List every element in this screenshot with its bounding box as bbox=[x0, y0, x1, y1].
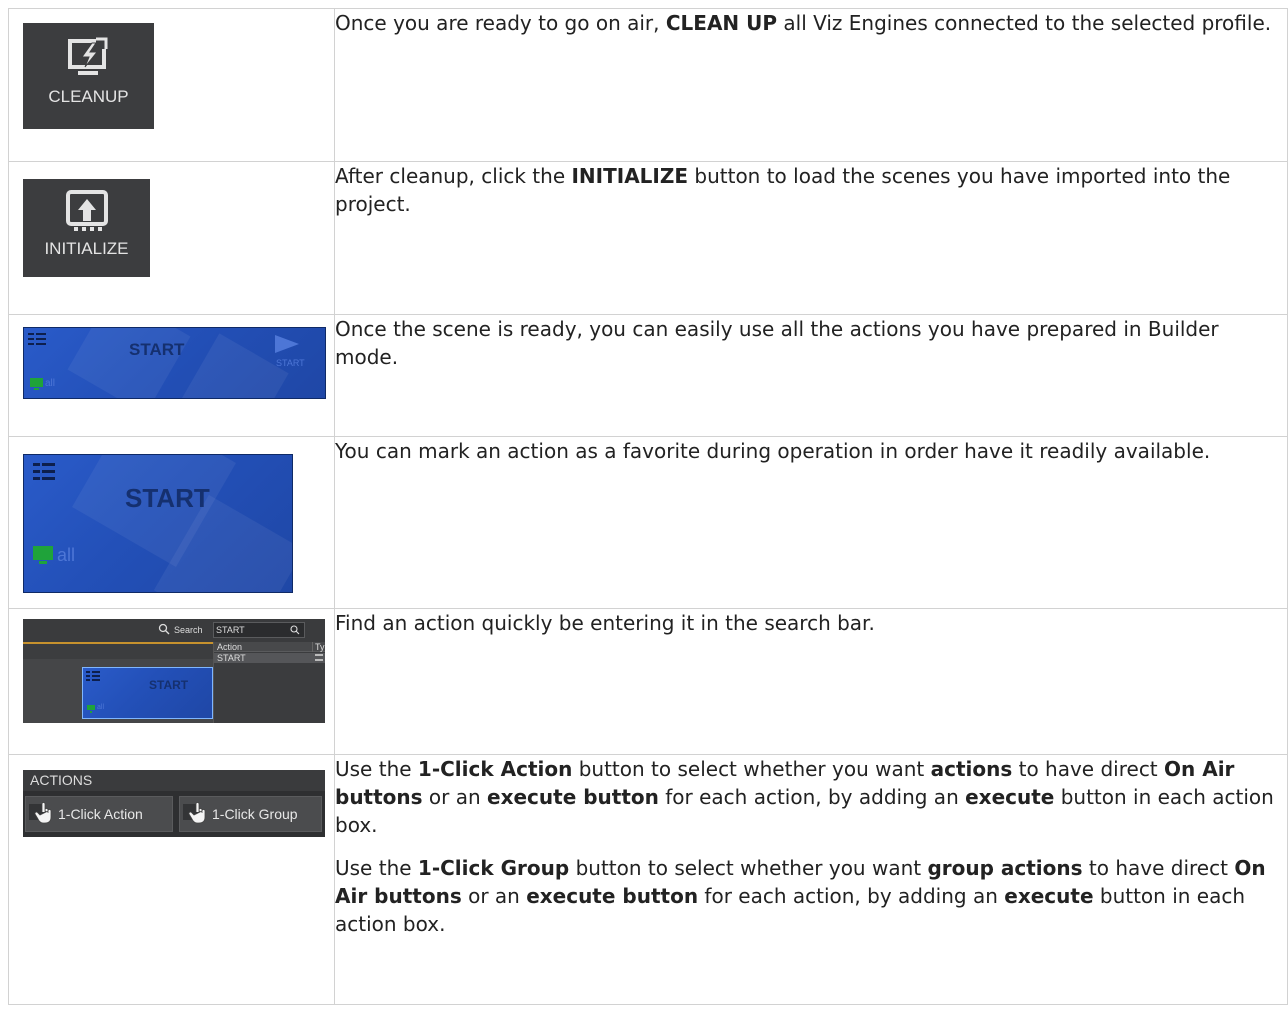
favorite-action-card-image: START all bbox=[23, 454, 293, 593]
image-cell: INITIALIZE bbox=[8, 161, 335, 315]
play-icon bbox=[275, 335, 299, 353]
cleanup-icon bbox=[67, 37, 108, 75]
column-header-type: Typ bbox=[312, 642, 325, 652]
bold-term: execute bbox=[965, 785, 1055, 809]
text-run: Use the bbox=[335, 757, 418, 781]
row-text: Once you are ready to go on air, CLEAN U… bbox=[335, 9, 1287, 37]
bold-term: execute button bbox=[487, 785, 659, 809]
text-run: for each action, by adding an bbox=[698, 884, 1005, 908]
cleanup-button-image: CLEANUP bbox=[23, 23, 154, 129]
row-text: Find an action quickly be entering it in… bbox=[335, 609, 1287, 637]
text-cell: After cleanup, click the INITIALIZE butt… bbox=[334, 161, 1288, 315]
text-run: all Viz Engines connected to the selecte… bbox=[777, 11, 1272, 35]
search-icon bbox=[158, 623, 170, 635]
icon-label: CLEANUP bbox=[48, 87, 129, 106]
search-result-label: START bbox=[217, 653, 246, 663]
hand-pointer-icon bbox=[29, 802, 52, 824]
bold-term: execute bbox=[1004, 884, 1094, 908]
row-text: Use the 1-Click Group button to select w… bbox=[335, 854, 1287, 938]
actions-header: ACTIONS bbox=[30, 772, 93, 788]
table-row: Search START Action Typ START bbox=[8, 608, 1288, 755]
channel-label: all bbox=[57, 545, 76, 565]
search-value: START bbox=[216, 625, 245, 635]
text-cell: You can mark an action as a favorite dur… bbox=[334, 436, 1288, 609]
action-sub-label: START bbox=[276, 358, 305, 368]
text-run: or an bbox=[422, 785, 488, 809]
column-header-action: Action bbox=[217, 642, 243, 652]
text-run: Once the scene is ready, you can easily … bbox=[335, 317, 1219, 369]
action-title: START bbox=[129, 340, 185, 359]
text-run: Use the bbox=[335, 856, 418, 880]
bold-term: group actions bbox=[927, 856, 1083, 880]
text-run: button to select whether you want bbox=[569, 856, 928, 880]
row-text: Use the 1-Click Action button to select … bbox=[335, 755, 1287, 839]
image-cell: Search START Action Typ START bbox=[8, 608, 335, 755]
text-cell: Once the scene is ready, you can easily … bbox=[334, 314, 1288, 437]
monitor-icon bbox=[33, 546, 53, 564]
text-run: to have direct bbox=[1012, 757, 1165, 781]
image-cell: CLEANUP bbox=[8, 8, 335, 162]
one-click-action-button[interactable]: 1-Click Action bbox=[25, 796, 173, 832]
action-card-image: START all bbox=[82, 667, 213, 719]
channel-label: all bbox=[97, 704, 105, 711]
text-cell: Once you are ready to go on air, CLEAN U… bbox=[334, 8, 1288, 162]
monitor-icon bbox=[30, 378, 43, 390]
search-results-panel: Action Typ START bbox=[213, 642, 325, 723]
image-cell: START all bbox=[8, 436, 335, 609]
text-run: Once you are ready to go on air, bbox=[335, 11, 666, 35]
text-run: After cleanup, click the bbox=[335, 164, 572, 188]
row-text: Once the scene is ready, you can easily … bbox=[335, 315, 1287, 371]
one-click-group-button[interactable]: 1-Click Group bbox=[179, 796, 322, 832]
bold-term: actions bbox=[930, 757, 1013, 781]
action-title: START bbox=[125, 483, 210, 513]
text-run: button to select whether you want bbox=[572, 757, 931, 781]
row-text: You can mark an action as a favorite dur… bbox=[335, 437, 1287, 465]
search-input[interactable]: START bbox=[213, 622, 305, 638]
button-label: 1-Click Action bbox=[58, 806, 143, 822]
button-label: 1-Click Group bbox=[212, 806, 298, 822]
table-row: INITIALIZE After cleanup, click the INIT… bbox=[8, 161, 1288, 315]
hand-pointer-icon bbox=[183, 802, 206, 824]
text-cell: Find an action quickly be entering it in… bbox=[334, 608, 1288, 755]
text-run: You can mark an action as a favorite dur… bbox=[335, 439, 1211, 463]
action-list-icon bbox=[315, 654, 323, 661]
text-run: for each action, by adding an bbox=[658, 785, 966, 809]
search-icon bbox=[290, 625, 300, 635]
action-list-icon bbox=[28, 333, 46, 345]
actions-panel-image: ACTIONS 1-Click Action 1-Click Group bbox=[23, 770, 325, 837]
bold-term: CLEAN UP bbox=[665, 11, 778, 35]
search-result-row[interactable]: START bbox=[214, 653, 325, 663]
action-title: START bbox=[149, 678, 189, 692]
row-text: After cleanup, click the INITIALIZE butt… bbox=[335, 162, 1287, 218]
bold-term: 1-Click Group bbox=[417, 856, 570, 880]
bold-term: execute button bbox=[526, 884, 699, 908]
channel-label: all bbox=[45, 378, 56, 389]
text-run: or an bbox=[461, 884, 527, 908]
text-run: Find an action quickly be entering it in… bbox=[335, 611, 875, 635]
initialize-button-image: INITIALIZE bbox=[23, 179, 150, 277]
table-row: CLEANUP Once you are ready to go on air,… bbox=[8, 8, 1288, 162]
table-row: START all You can mark an action as a fa… bbox=[8, 436, 1288, 609]
monitor-icon bbox=[87, 705, 95, 713]
search-bar-image: Search START Action Typ START bbox=[23, 619, 325, 723]
icon-label: INITIALIZE bbox=[44, 239, 129, 258]
table-row: START START all Once the scene is ready,… bbox=[8, 314, 1288, 437]
text-cell: Use the 1-Click Action button to select … bbox=[334, 754, 1288, 1005]
bold-term: INITIALIZE bbox=[571, 164, 689, 188]
text-run: to have direct bbox=[1082, 856, 1235, 880]
initialize-icon bbox=[65, 190, 108, 231]
action-list-icon bbox=[86, 671, 100, 681]
image-cell: ACTIONS 1-Click Action 1-Click Group bbox=[8, 754, 335, 1005]
instructions-table: CLEANUP Once you are ready to go on air,… bbox=[8, 8, 1288, 1005]
action-card-image: START START all bbox=[23, 327, 326, 399]
search-label: Search bbox=[174, 625, 203, 635]
image-cell: START START all bbox=[8, 314, 335, 437]
table-row: ACTIONS 1-Click Action 1-Click Group Use… bbox=[8, 754, 1288, 1005]
action-list-icon bbox=[33, 463, 55, 480]
bold-term: 1-Click Action bbox=[417, 757, 573, 781]
